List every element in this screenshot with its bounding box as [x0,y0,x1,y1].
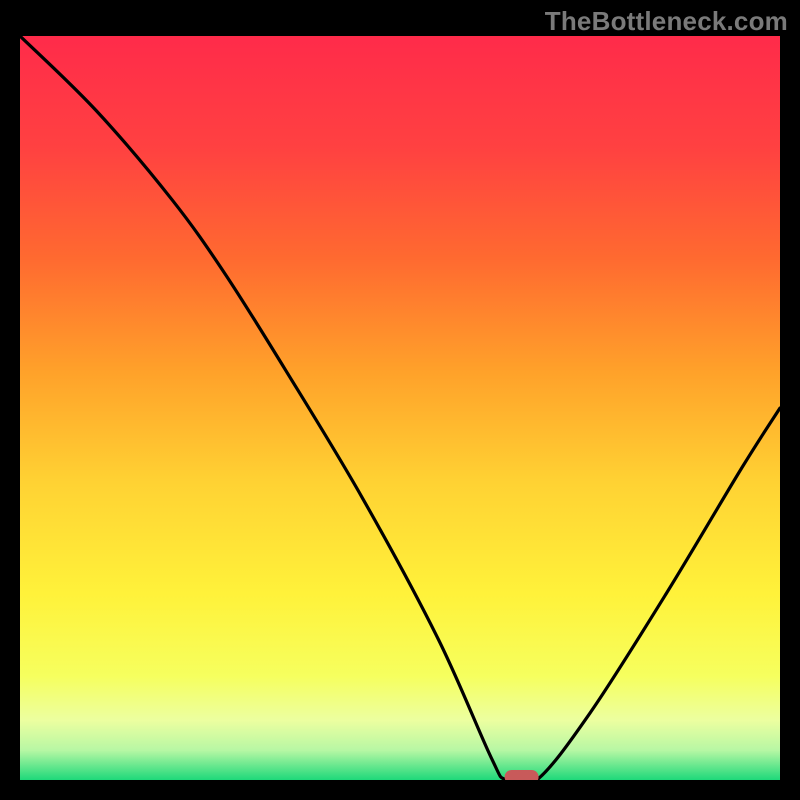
gradient-background [20,36,780,780]
optimal-marker [505,770,539,780]
plot-area [20,36,780,780]
bottleneck-chart [20,36,780,780]
chart-frame: TheBottleneck.com [0,0,800,800]
watermark-text: TheBottleneck.com [545,6,788,37]
